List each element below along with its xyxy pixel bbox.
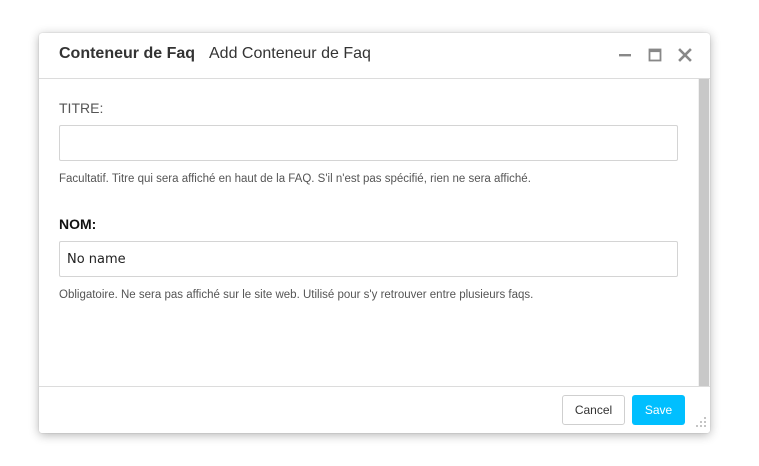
faq-container-dialog: Conteneur de Faq Add Conteneur de Faq TI… xyxy=(39,33,710,433)
save-button[interactable]: Save xyxy=(632,395,685,425)
titre-help-text: Facultatif. Titre qui sera affiché en ha… xyxy=(59,173,531,185)
dialog-subtitle: Add Conteneur de Faq xyxy=(209,45,371,62)
minimize-button[interactable] xyxy=(616,46,634,64)
close-icon xyxy=(678,48,692,62)
nom-label: NOM: xyxy=(59,216,97,232)
dialog-header: Conteneur de Faq Add Conteneur de Faq xyxy=(39,33,710,79)
dialog-body: TITRE: Facultatif. Titre qui sera affich… xyxy=(39,79,698,386)
titre-input[interactable] xyxy=(59,125,678,161)
minimize-icon xyxy=(619,54,631,57)
resize-grip-icon[interactable] xyxy=(695,415,707,427)
maximize-icon xyxy=(648,48,662,62)
dialog-footer: Cancel Save xyxy=(39,386,710,433)
nom-input[interactable] xyxy=(59,241,678,277)
nom-help-text: Obligatoire. Ne sera pas affiché sur le … xyxy=(59,289,534,301)
close-button[interactable] xyxy=(676,46,694,64)
dialog-title: Conteneur de Faq xyxy=(59,45,196,62)
scrollbar-thumb[interactable] xyxy=(699,79,709,386)
vertical-scrollbar[interactable] xyxy=(698,79,710,386)
cancel-button[interactable]: Cancel xyxy=(562,395,625,425)
titre-label: TITRE: xyxy=(59,100,104,116)
maximize-button[interactable] xyxy=(646,46,664,64)
